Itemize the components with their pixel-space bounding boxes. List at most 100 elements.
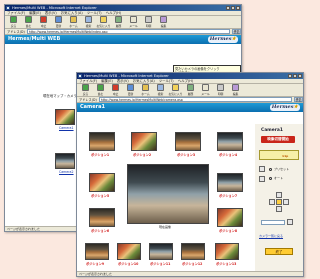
minimize-icon[interactable] bbox=[226, 6, 230, 10]
preset-select[interactable] bbox=[261, 220, 285, 225]
tilt-up-button[interactable] bbox=[276, 192, 282, 198]
stop-button[interactable]: 中止 bbox=[37, 16, 50, 28]
back-banner-title: Hermes/Multi WEB bbox=[8, 36, 61, 42]
position-caption[interactable]: ポジション5 bbox=[91, 193, 109, 198]
menu-edit[interactable]: 編集(E) bbox=[29, 11, 41, 15]
main-view-caption: 現在画像 bbox=[159, 225, 172, 229]
address-input[interactable]: http://www.hermes.jp/HermesMultiWeb/came… bbox=[98, 97, 292, 102]
search-button[interactable]: 検索 bbox=[82, 16, 95, 28]
camera2-link[interactable]: Camera2 bbox=[59, 170, 74, 174]
star-icon bbox=[172, 84, 179, 92]
position-thumbnail[interactable] bbox=[89, 173, 115, 192]
position-thumbnail[interactable] bbox=[217, 208, 243, 227]
menu-help[interactable]: ヘルプ(H) bbox=[106, 11, 121, 15]
stop-button[interactable]: 中止 bbox=[109, 84, 122, 96]
position-caption[interactable]: ポジション11 bbox=[150, 261, 170, 266]
menu-view[interactable]: 表示(V) bbox=[45, 11, 57, 15]
camera1-link[interactable]: Camera1 bbox=[59, 126, 74, 130]
camera2-thumbnail[interactable] bbox=[55, 153, 75, 169]
live-switch-button[interactable]: 映像切替開始 bbox=[261, 136, 295, 143]
menu-tools[interactable]: ツール(T) bbox=[159, 79, 174, 83]
home-button[interactable]: ホーム bbox=[139, 84, 152, 96]
close-icon[interactable] bbox=[236, 6, 240, 10]
search-button[interactable]: 検索 bbox=[154, 84, 167, 96]
mail-icon bbox=[202, 84, 209, 92]
edit-button[interactable]: 編集 bbox=[229, 84, 242, 96]
position-thumbnail[interactable] bbox=[149, 243, 173, 260]
back-to-list-link[interactable]: カメラ一覧に戻る bbox=[259, 234, 283, 238]
position-caption[interactable]: ポジション4 bbox=[219, 152, 237, 157]
position-thumbnail[interactable] bbox=[89, 208, 115, 227]
refresh-icon bbox=[127, 84, 134, 92]
maximize-icon[interactable] bbox=[293, 74, 297, 78]
history-button[interactable]: 履歴 bbox=[184, 84, 197, 96]
mail-button[interactable]: メール bbox=[127, 16, 140, 28]
menu-view[interactable]: 表示(V) bbox=[117, 79, 129, 83]
pan-right-button[interactable] bbox=[259, 176, 265, 182]
position-caption[interactable]: ポジション12 bbox=[182, 261, 202, 266]
position-thumbnail[interactable] bbox=[131, 132, 157, 151]
position-caption[interactable]: ポジション8 bbox=[219, 228, 237, 233]
menu-favorites[interactable]: お気に入り(A) bbox=[61, 11, 83, 15]
pan-left-button[interactable] bbox=[259, 166, 265, 172]
menu-edit[interactable]: 編集(E) bbox=[101, 79, 113, 83]
position-caption[interactable]: ポジション7 bbox=[219, 193, 237, 198]
position-caption[interactable]: ポジション3 bbox=[177, 152, 195, 157]
position-caption[interactable]: ポジション13 bbox=[216, 261, 236, 266]
position-thumbnail[interactable] bbox=[181, 243, 205, 260]
position-thumbnail[interactable] bbox=[85, 243, 109, 260]
main-camera-view[interactable] bbox=[127, 164, 209, 224]
preset-go-button[interactable] bbox=[287, 219, 293, 225]
pan-right-arrow-button[interactable] bbox=[283, 199, 289, 205]
address-input[interactable]: http://www.hermes.jp/HermesMultiWeb/inde… bbox=[26, 29, 230, 34]
favorites-button[interactable]: お気に入り bbox=[169, 84, 183, 96]
map-label: 現在地マップ・カメラ bbox=[43, 94, 77, 98]
history-icon bbox=[187, 84, 194, 92]
position-caption[interactable]: ポジション6 bbox=[91, 228, 109, 233]
forward-arrow-icon bbox=[97, 84, 104, 92]
end-button[interactable]: 終了 bbox=[265, 248, 293, 255]
back-button[interactable]: 戻る bbox=[7, 16, 20, 28]
position-caption[interactable]: ポジション1 bbox=[91, 152, 109, 157]
forward-button[interactable]: 進む bbox=[94, 84, 107, 96]
refresh-button[interactable]: 更新 bbox=[52, 16, 65, 28]
back-button[interactable]: 戻る bbox=[79, 84, 92, 96]
edit-button[interactable]: 編集 bbox=[157, 16, 170, 28]
position-thumbnail[interactable] bbox=[175, 132, 201, 151]
pan-left-arrow-button[interactable] bbox=[269, 199, 275, 205]
position-caption[interactable]: ポジション2 bbox=[133, 152, 151, 157]
go-button[interactable]: 移動 bbox=[294, 97, 303, 102]
mail-button[interactable]: メール bbox=[199, 84, 212, 96]
home-button[interactable]: ホーム bbox=[67, 16, 80, 28]
print-button[interactable]: 印刷 bbox=[214, 84, 227, 96]
preset-radio[interactable] bbox=[269, 168, 272, 171]
minimize-icon[interactable] bbox=[288, 74, 292, 78]
auto-radio[interactable] bbox=[269, 177, 272, 180]
position-thumbnail[interactable] bbox=[117, 243, 141, 260]
refresh-button[interactable]: 更新 bbox=[124, 84, 137, 96]
menu-favorites[interactable]: お気に入り(A) bbox=[133, 79, 155, 83]
position-thumbnail[interactable] bbox=[217, 173, 243, 192]
menu-help[interactable]: ヘルプ(H) bbox=[178, 79, 193, 83]
window-controls bbox=[226, 6, 240, 10]
position-caption[interactable]: ポジション9 bbox=[86, 261, 104, 266]
maximize-icon[interactable] bbox=[231, 6, 235, 10]
position-thumbnail[interactable] bbox=[217, 132, 243, 151]
menu-tools[interactable]: ツール(T) bbox=[87, 11, 102, 15]
search-icon bbox=[157, 84, 164, 92]
position-thumbnail[interactable] bbox=[89, 132, 115, 151]
forward-button[interactable]: 進む bbox=[22, 16, 35, 28]
history-button[interactable]: 履歴 bbox=[112, 16, 125, 28]
camera1-thumbnail[interactable] bbox=[55, 109, 75, 125]
close-icon[interactable] bbox=[298, 74, 302, 78]
menu-file[interactable]: ファイル(F) bbox=[79, 79, 97, 83]
favorites-button[interactable]: お気に入り bbox=[97, 16, 111, 28]
center-button[interactable] bbox=[276, 199, 282, 205]
position-caption[interactable]: ポジション10 bbox=[118, 261, 138, 266]
position-thumbnail[interactable] bbox=[215, 243, 239, 260]
address-label: アドレス(D) bbox=[7, 30, 25, 34]
go-button[interactable]: 移動 bbox=[232, 29, 241, 34]
tilt-down-button[interactable] bbox=[276, 206, 282, 212]
print-button[interactable]: 印刷 bbox=[142, 16, 155, 28]
menu-file[interactable]: ファイル(F) bbox=[7, 11, 25, 15]
